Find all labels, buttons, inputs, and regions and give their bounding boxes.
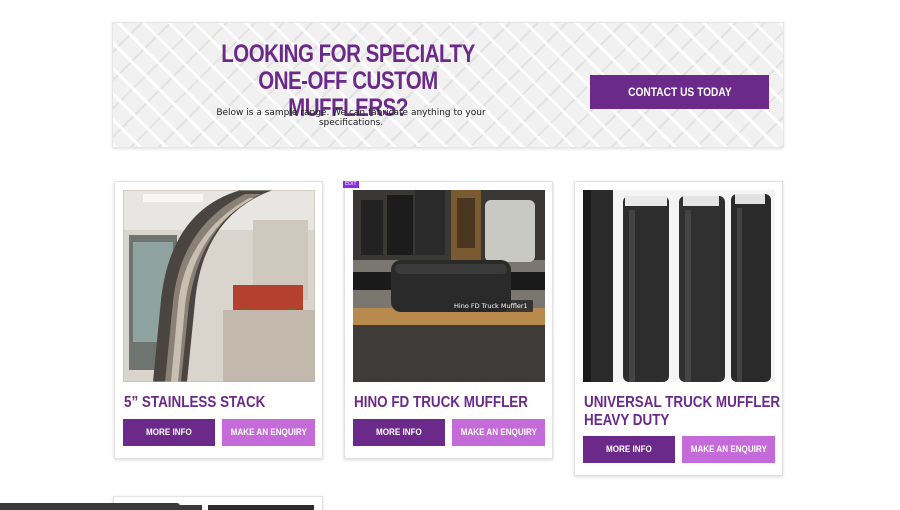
make-enquiry-button[interactable]: MAKE AN ENQUIRY bbox=[452, 419, 545, 446]
product-card-stainless-stack: 5” STAINLESS STACK MORE INFO MAKE AN ENQ… bbox=[114, 181, 323, 459]
make-enquiry-label: MAKE AN ENQUIRY bbox=[230, 427, 307, 438]
more-info-button[interactable]: MORE INFO bbox=[583, 436, 675, 463]
more-info-button[interactable]: MORE INFO bbox=[123, 419, 215, 446]
product-title: HINO FD TRUCK MUFFLER bbox=[354, 394, 528, 411]
make-enquiry-button[interactable]: MAKE AN ENQUIRY bbox=[682, 436, 775, 463]
make-enquiry-label: MAKE AN ENQUIRY bbox=[460, 427, 537, 438]
image-tooltip: Hino FD Truck Muffler1 bbox=[449, 300, 533, 312]
hero-subtitle: Below is a sample range. We can fabricat… bbox=[216, 108, 486, 128]
product-title: UNIVERSAL TRUCK MUFFLER HEAVY DUTY bbox=[584, 394, 781, 430]
contact-us-label: CONTACT US TODAY bbox=[627, 85, 732, 99]
make-enquiry-button[interactable]: MAKE AN ENQUIRY bbox=[222, 419, 315, 446]
more-info-button[interactable]: MORE INFO bbox=[353, 419, 445, 446]
product-card-hino-fd: Hino FD Truck Muffler1 HINO FD TRUCK MUF… bbox=[344, 181, 553, 459]
browser-status-bar bbox=[0, 503, 180, 510]
product-image-partial[interactable] bbox=[208, 505, 314, 510]
product-title-line2: HEAVY DUTY bbox=[584, 412, 670, 429]
product-title-line1: UNIVERSAL TRUCK MUFFLER bbox=[584, 394, 781, 411]
product-card-universal-truck: UNIVERSAL TRUCK MUFFLER HEAVY DUTY MORE … bbox=[574, 181, 783, 476]
product-image-universal-truck[interactable] bbox=[583, 190, 775, 382]
make-enquiry-label: MAKE AN ENQUIRY bbox=[690, 444, 767, 455]
edit-tag[interactable]: EDIT bbox=[343, 181, 359, 188]
stainless-stack-photo bbox=[123, 190, 315, 382]
hero-banner: LOOKING FOR SPECIALTY ONE-OFF CUSTOM MUF… bbox=[112, 22, 784, 148]
product-title: 5” STAINLESS STACK bbox=[124, 394, 266, 411]
universal-muffler-photo bbox=[583, 190, 775, 382]
hino-muffler-photo bbox=[353, 190, 545, 382]
product-image-hino-fd[interactable]: Hino FD Truck Muffler1 bbox=[353, 190, 545, 382]
product-image-stainless-stack[interactable] bbox=[123, 190, 315, 382]
more-info-label: MORE INFO bbox=[376, 427, 422, 438]
more-info-label: MORE INFO bbox=[146, 427, 192, 438]
contact-us-button[interactable]: CONTACT US TODAY bbox=[590, 75, 769, 109]
more-info-label: MORE INFO bbox=[606, 444, 652, 455]
